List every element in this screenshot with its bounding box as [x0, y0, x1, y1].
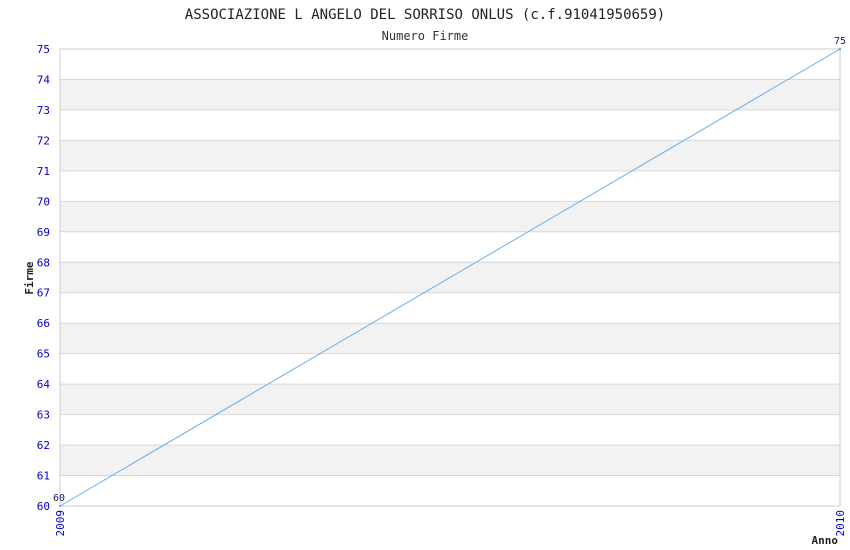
data-point	[58, 504, 62, 508]
y-tick-label: 74	[37, 73, 51, 86]
y-tick-label: 72	[37, 134, 50, 147]
x-tick-label: 2010	[834, 510, 847, 537]
chart-subtitle: Numero Firme	[382, 29, 469, 43]
grid-band	[60, 201, 840, 232]
data-label: 75	[834, 36, 846, 47]
grid-band	[60, 140, 840, 171]
y-tick-label: 71	[37, 165, 50, 178]
y-axis-label: Firme	[23, 261, 36, 294]
y-tick-label: 61	[37, 470, 50, 483]
y-tick-label: 60	[37, 500, 50, 513]
x-axis-ticks: 2009 2010	[54, 510, 847, 537]
y-tick-label: 63	[37, 409, 50, 422]
y-tick-label: 75	[37, 43, 50, 56]
data-label: 60	[53, 493, 65, 504]
y-tick-label: 67	[37, 287, 50, 300]
x-axis-label: Anno	[812, 534, 839, 547]
y-tick-label: 69	[37, 226, 50, 239]
y-tick-label: 68	[37, 256, 50, 269]
x-tick-label: 2009	[54, 510, 67, 537]
grid-band	[60, 79, 840, 110]
y-tick-label: 62	[37, 439, 50, 452]
line-chart: 60616263646566676869707172737475 2009 201…	[23, 7, 847, 547]
y-tick-label: 65	[37, 348, 50, 361]
y-tick-label: 73	[37, 104, 50, 117]
y-axis-ticks: 60 61 62 63 64 65 66 67 68 69 70 71 72 73 74 75	[37, 43, 51, 513]
data-point	[838, 47, 842, 51]
y-tick-label: 66	[37, 317, 50, 330]
grid-band	[60, 445, 840, 476]
chart-title: ASSOCIAZIONE L ANGELO DEL SORRISO ONLUS …	[185, 7, 665, 23]
y-tick-label: 64	[37, 378, 51, 391]
y-tick-label: 70	[37, 195, 50, 208]
grid-band	[60, 384, 840, 415]
grid-band	[60, 323, 840, 354]
